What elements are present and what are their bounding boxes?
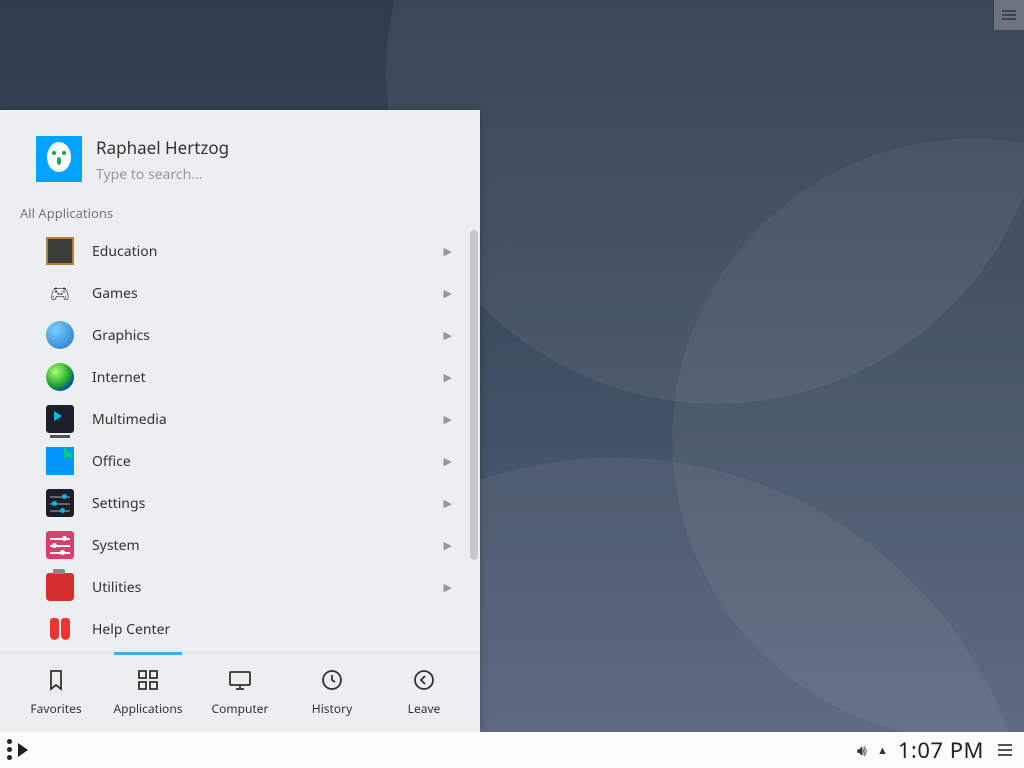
category-label: Education [92,242,426,261]
category-label: Office [92,452,426,471]
category-label: Internet [92,368,426,387]
tab-label: Leave [408,700,441,717]
scrollbar-thumb[interactable] [470,230,478,560]
category-item-education[interactable]: Education ▶ [0,230,472,272]
section-heading: All Applications [0,200,480,230]
desktop-hamburger-button[interactable] [994,0,1024,30]
settings-icon [46,489,74,517]
user-avatar[interactable] [36,136,82,182]
volume-icon[interactable]: 🔊︎ [857,739,867,761]
tab-label: Applications [114,700,183,717]
tab-label: Favorites [30,700,81,717]
back-circle-icon [412,668,436,692]
chevron-right-icon: ▶ [444,454,452,469]
chevron-right-icon: ▶ [444,580,452,595]
monitor-icon [228,668,252,692]
launcher-tabs: Favorites Applications Computer History Leav… [0,652,480,732]
category-label: Multimedia [92,410,426,429]
plasma-logo-icon [5,737,31,763]
tab-label: History [312,700,352,717]
multimedia-icon [46,405,74,433]
category-item-graphics[interactable]: Graphics ▶ [0,314,472,356]
utilities-icon [46,573,74,601]
grid-icon [136,668,160,692]
chevron-right-icon: ▶ [444,328,452,343]
clock-icon [320,668,344,692]
search-input[interactable] [96,165,460,184]
chevron-right-icon: ▶ [444,370,452,385]
category-label: Utilities [92,578,426,597]
category-list: Education▶🎮︎Games▶Graphics▶Internet▶Mult… [0,230,480,652]
category-label: System [92,536,426,555]
education-icon [46,237,74,265]
chevron-right-icon: ▶ [444,496,452,511]
category-item-utilities[interactable]: Utilities ▶ [0,566,472,608]
category-item-help-center[interactable]: Help Center [0,608,472,650]
chevron-right-icon: ▶ [444,244,452,259]
category-item-internet[interactable]: Internet ▶ [0,356,472,398]
category-label: Games [92,284,426,303]
user-name-label: Raphael Hertzog [96,136,460,159]
tab-history[interactable]: History [286,653,378,732]
category-label: Settings [92,494,426,513]
category-label: Help Center [92,620,452,639]
help-icon [46,615,74,643]
chevron-right-icon: ▶ [444,412,452,427]
tab-computer[interactable]: Computer [194,653,286,732]
tab-leave[interactable]: Leave [378,653,470,732]
system-icon [46,531,74,559]
category-item-system[interactable]: System ▶ [0,524,472,566]
category-item-games[interactable]: 🎮︎ Games ▶ [0,272,472,314]
panel-config-button[interactable] [994,740,1016,760]
tab-applications[interactable]: Applications [102,653,194,732]
taskbar: 🔊︎ ▲ 1:07 PM [0,732,1024,768]
application-launcher-button[interactable] [0,732,36,768]
internet-icon [46,363,74,391]
clock[interactable]: 1:07 PM [898,735,984,765]
category-item-settings[interactable]: Settings ▶ [0,482,472,524]
category-item-multimedia[interactable]: Multimedia ▶ [0,398,472,440]
tab-favorites[interactable]: Favorites [10,653,102,732]
chevron-right-icon: ▶ [444,538,452,553]
graphics-icon [46,321,74,349]
hamburger-icon [1002,10,1016,20]
games-icon: 🎮︎ [46,279,74,307]
category-label: Graphics [92,326,426,345]
tray-expand-arrow[interactable]: ▲ [877,743,888,758]
tab-label: Computer [212,700,269,717]
bookmark-icon [44,668,68,692]
chevron-right-icon: ▶ [444,286,452,301]
system-tray: 🔊︎ ▲ 1:07 PM [857,735,1024,765]
office-icon [46,447,74,475]
category-item-office[interactable]: Office ▶ [0,440,472,482]
application-launcher-menu: Raphael Hertzog All Applications Educati… [0,110,480,732]
